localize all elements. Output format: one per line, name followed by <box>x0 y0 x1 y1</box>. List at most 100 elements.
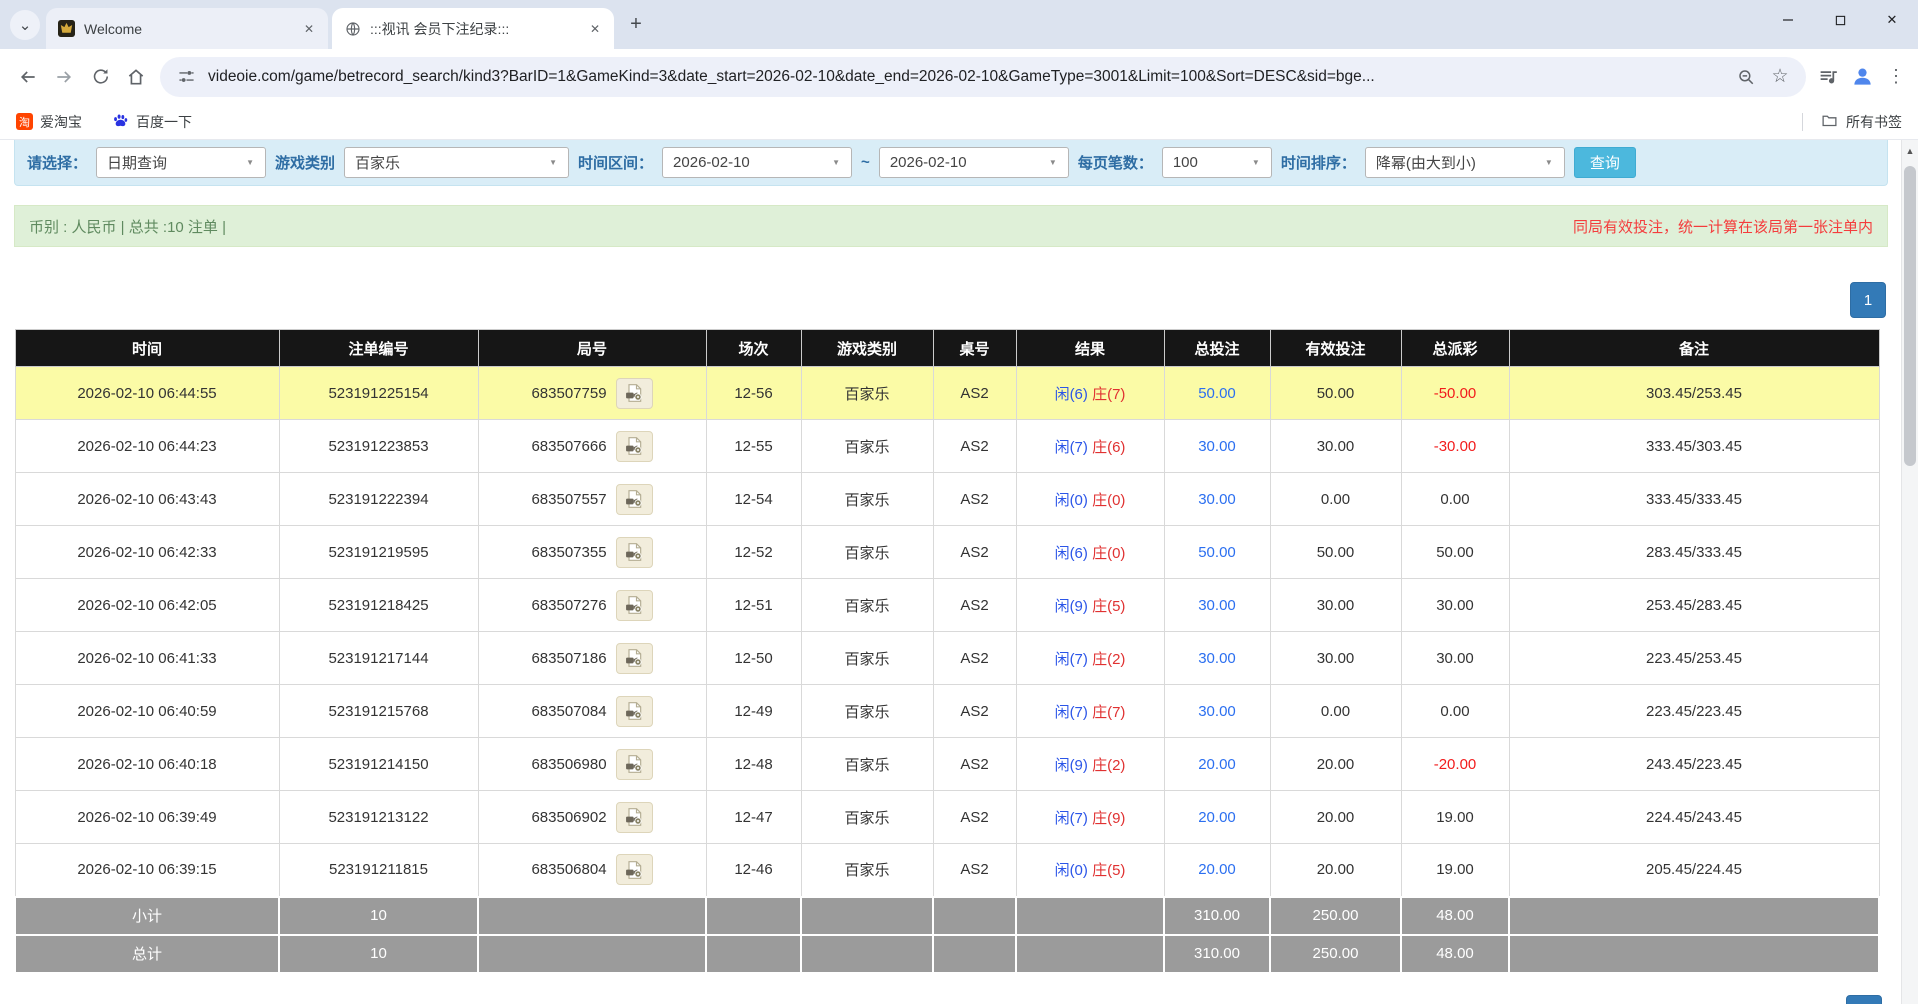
tab-welcome[interactable]: Welcome ✕ <box>46 8 328 49</box>
video-replay-button[interactable] <box>616 696 653 727</box>
subtotal-empty <box>1509 897 1879 935</box>
page-1-button-bottom[interactable]: 1 <box>1846 995 1882 1004</box>
round-no-text: 683507666 <box>531 438 606 455</box>
bookmark-taobao[interactable]: 淘 爱淘宝 <box>16 112 82 132</box>
browser-menu-icon[interactable]: ⋮ <box>1884 66 1908 87</box>
video-replay-button[interactable] <box>616 537 653 568</box>
back-icon <box>18 67 38 87</box>
result-player: 闲(9) <box>1055 598 1088 615</box>
cell-total-bet[interactable]: 30.00 <box>1164 473 1270 526</box>
profile-avatar[interactable] <box>1850 65 1874 88</box>
video-replay-button[interactable] <box>616 749 653 780</box>
new-tab-button[interactable]: + <box>622 11 650 39</box>
bookmark-star-icon[interactable]: ☆ <box>1768 65 1792 88</box>
cell-round-no: 683507186 <box>478 632 706 685</box>
toolbar-right: ⋮ <box>1812 65 1908 88</box>
browser-toolbar: videoie.com/game/betrecord_search/kind3?… <box>0 49 1918 104</box>
all-bookmarks[interactable]: 所有书签 <box>1802 112 1902 132</box>
query-type-select[interactable]: 日期查询 ▼ <box>96 147 266 178</box>
cell-bet-no: 523191211815 <box>279 844 478 897</box>
cell-total-bet[interactable]: 50.00 <box>1164 526 1270 579</box>
reload-icon <box>91 67 110 86</box>
reload-button[interactable] <box>82 59 118 95</box>
cell-time: 2026-02-10 06:40:18 <box>15 738 279 791</box>
cell-total-bet[interactable]: 20.00 <box>1164 791 1270 844</box>
date-start-select[interactable]: 2026-02-10 ▼ <box>662 147 852 178</box>
vertical-scrollbar[interactable]: ▲ <box>1901 140 1918 1004</box>
home-button[interactable] <box>118 59 154 95</box>
total-empty <box>1509 935 1879 973</box>
minimize-button[interactable] <box>1762 0 1814 40</box>
video-replay-button[interactable] <box>616 643 653 674</box>
cell-payout: -30.00 <box>1401 420 1509 473</box>
subtotal-total-bet: 310.00 <box>1164 897 1270 935</box>
video-replay-button[interactable] <box>616 431 653 462</box>
cell-total-bet[interactable]: 20.00 <box>1164 738 1270 791</box>
tab-betrecord[interactable]: :::视讯 会员下注纪录::: ✕ <box>332 8 614 49</box>
url-text[interactable]: videoie.com/game/betrecord_search/kind3?… <box>208 68 1724 86</box>
cell-total-bet[interactable]: 30.00 <box>1164 420 1270 473</box>
media-controls-icon[interactable] <box>1816 66 1840 87</box>
cell-bet-no: 523191217144 <box>279 632 478 685</box>
scroll-up-arrow-icon[interactable]: ▲ <box>1902 146 1918 156</box>
result-banker: 庄(2) <box>1092 651 1125 668</box>
pagination-bottom: 1 <box>1846 995 1882 1004</box>
video-file-icon <box>624 648 644 668</box>
cell-game-kind: 百家乐 <box>801 526 933 579</box>
maximize-button[interactable] <box>1814 0 1866 40</box>
cell-remark: 333.45/333.45 <box>1509 473 1879 526</box>
scrollbar-thumb[interactable] <box>1904 166 1916 466</box>
close-tab-icon[interactable]: ✕ <box>300 20 318 38</box>
header-payout: 总派彩 <box>1401 330 1509 367</box>
table-row: 2026-02-10 06:41:33 523191217144 6835071… <box>15 632 1879 685</box>
cell-valid-bet: 30.00 <box>1270 632 1401 685</box>
result-banker: 庄(0) <box>1092 545 1125 562</box>
forward-button[interactable] <box>46 59 82 95</box>
cell-remark: 303.45/253.45 <box>1509 367 1879 420</box>
video-replay-button[interactable] <box>616 590 653 621</box>
table-row: 2026-02-10 06:44:55 523191225154 6835077… <box>15 367 1879 420</box>
cell-remark: 333.45/303.45 <box>1509 420 1879 473</box>
cell-total-bet[interactable]: 30.00 <box>1164 579 1270 632</box>
close-tab-icon[interactable]: ✕ <box>586 20 604 38</box>
filter-toolbar: 请选择： 日期查询 ▼ 游戏类别 百家乐 ▼ 时间区间： 2026-02-10 … <box>14 140 1888 186</box>
bookmark-baidu[interactable]: 百度一下 <box>112 112 192 132</box>
video-replay-button[interactable] <box>616 854 653 885</box>
cell-round-no: 683507557 <box>478 473 706 526</box>
video-replay-button[interactable] <box>616 378 653 409</box>
close-window-button[interactable]: ✕ <box>1866 0 1918 40</box>
zoom-icon[interactable] <box>1734 68 1758 86</box>
cell-time: 2026-02-10 06:40:59 <box>15 685 279 738</box>
header-total-bet: 总投注 <box>1164 330 1270 367</box>
cell-total-bet[interactable]: 20.00 <box>1164 844 1270 897</box>
page-1-button[interactable]: 1 <box>1850 282 1886 318</box>
video-file-icon <box>624 489 644 509</box>
site-info-icon[interactable] <box>174 68 198 85</box>
game-kind-select[interactable]: 百家乐 ▼ <box>344 147 569 178</box>
cell-total-bet[interactable]: 30.00 <box>1164 685 1270 738</box>
page-size-select[interactable]: 100 ▼ <box>1162 147 1272 178</box>
back-button[interactable] <box>10 59 46 95</box>
cell-table-no: AS2 <box>933 526 1016 579</box>
video-replay-button[interactable] <box>616 802 653 833</box>
time-sort-select[interactable]: 降幂(由大到小) ▼ <box>1365 147 1565 178</box>
video-replay-button[interactable] <box>616 484 653 515</box>
cell-result: 闲(7) 庄(2) <box>1016 632 1164 685</box>
cell-total-bet[interactable]: 30.00 <box>1164 632 1270 685</box>
header-remark: 备注 <box>1509 330 1879 367</box>
cell-remark: 223.45/253.45 <box>1509 632 1879 685</box>
cell-time: 2026-02-10 06:39:15 <box>15 844 279 897</box>
cell-total-bet[interactable]: 50.00 <box>1164 367 1270 420</box>
search-button[interactable]: 查询 <box>1574 147 1636 178</box>
currency-total-text: 币别 : 人民币 | 总共 :10 注单 | <box>29 216 226 237</box>
divider <box>1802 113 1803 131</box>
round-no-text: 683507759 <box>531 385 606 402</box>
cell-result: 闲(9) 庄(2) <box>1016 738 1164 791</box>
chevron-down-icon: ▼ <box>825 158 847 167</box>
url-bar[interactable]: videoie.com/game/betrecord_search/kind3?… <box>160 57 1806 97</box>
cell-session: 12-48 <box>706 738 801 791</box>
tab-search-button[interactable]: ⌄ <box>10 10 40 40</box>
cell-table-no: AS2 <box>933 420 1016 473</box>
date-end-select[interactable]: 2026-02-10 ▼ <box>879 147 1069 178</box>
cell-game-kind: 百家乐 <box>801 632 933 685</box>
